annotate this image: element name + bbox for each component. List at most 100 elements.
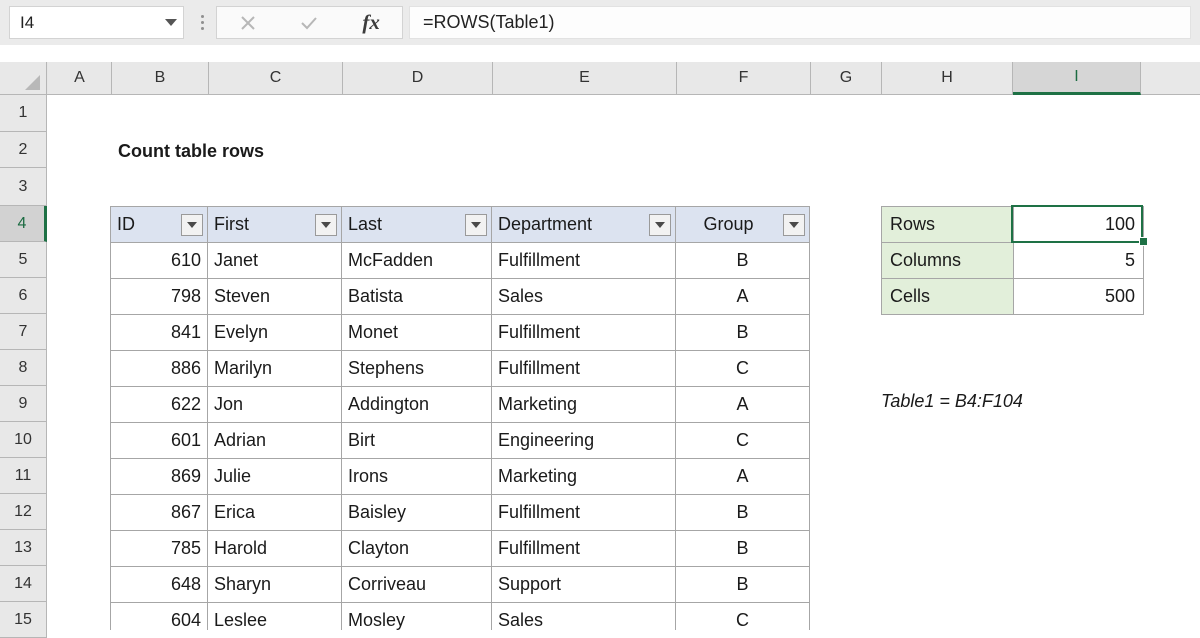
row-header-14[interactable]: 14 <box>0 566 47 602</box>
table-cell[interactable]: Sales <box>492 279 676 315</box>
table-cell[interactable]: Mosley <box>342 603 492 631</box>
table-cell[interactable]: C <box>676 351 810 387</box>
table-row[interactable]: 886MarilynStephensFulfillmentC <box>111 351 810 387</box>
table-cell[interactable]: Fulfillment <box>492 351 676 387</box>
table-row[interactable]: 622JonAddingtonMarketingA <box>111 387 810 423</box>
table-cell[interactable]: Fulfillment <box>492 495 676 531</box>
table-cell[interactable]: Corriveau <box>342 567 492 603</box>
row-header-4[interactable]: 4 <box>0 206 47 242</box>
table-cell[interactable]: Baisley <box>342 495 492 531</box>
table-cell[interactable]: McFadden <box>342 243 492 279</box>
column-header-g[interactable]: G <box>811 62 882 94</box>
table-cell[interactable]: B <box>676 315 810 351</box>
table-cell[interactable]: Marketing <box>492 387 676 423</box>
table-cell[interactable]: C <box>676 603 810 631</box>
table-cell[interactable]: B <box>676 567 810 603</box>
table-cell[interactable]: 798 <box>111 279 208 315</box>
table-cell[interactable]: 841 <box>111 315 208 351</box>
table-cell[interactable]: 867 <box>111 495 208 531</box>
data-table[interactable]: ID First Last Department Group <box>110 206 810 630</box>
column-header-i[interactable]: I <box>1013 62 1141 95</box>
table-cell[interactable]: 622 <box>111 387 208 423</box>
column-header-h[interactable]: H <box>882 62 1013 94</box>
table-row[interactable]: 841EvelynMonetFulfillmentB <box>111 315 810 351</box>
select-all-corner[interactable] <box>0 62 47 94</box>
filter-dropdown-icon[interactable] <box>783 214 805 236</box>
row-header-13[interactable]: 13 <box>0 530 47 566</box>
fill-handle[interactable] <box>1139 237 1148 246</box>
table-cell[interactable]: 610 <box>111 243 208 279</box>
row-header-6[interactable]: 6 <box>0 278 47 314</box>
table-cell[interactable]: A <box>676 279 810 315</box>
row-header-15[interactable]: 15 <box>0 602 47 638</box>
table-cell[interactable]: 869 <box>111 459 208 495</box>
table-row[interactable]: 601AdrianBirtEngineeringC <box>111 423 810 459</box>
table-cell[interactable]: B <box>676 243 810 279</box>
table-cell[interactable]: 886 <box>111 351 208 387</box>
column-header-e[interactable]: E <box>493 62 677 94</box>
row-header-10[interactable]: 10 <box>0 422 47 458</box>
row-header-9[interactable]: 9 <box>0 386 47 422</box>
table-cell[interactable]: A <box>676 387 810 423</box>
table-cell[interactable]: Fulfillment <box>492 315 676 351</box>
table-cell[interactable]: A <box>676 459 810 495</box>
table-cell[interactable]: Steven <box>208 279 342 315</box>
table-header-group[interactable]: Group <box>676 207 810 243</box>
formula-input[interactable]: =ROWS(Table1) <box>409 6 1191 39</box>
table-cell[interactable]: B <box>676 495 810 531</box>
results-label[interactable]: Columns <box>882 243 1014 279</box>
filter-dropdown-icon[interactable] <box>465 214 487 236</box>
confirm-check-icon[interactable] <box>286 7 332 38</box>
table-row[interactable]: 610JanetMcFaddenFulfillmentB <box>111 243 810 279</box>
formula-bar-drag-handle[interactable] <box>188 6 216 39</box>
table-cell[interactable]: Adrian <box>208 423 342 459</box>
results-value[interactable]: 100 <box>1014 207 1144 243</box>
table-cell[interactable]: Monet <box>342 315 492 351</box>
table-header-department[interactable]: Department <box>492 207 676 243</box>
table-cell[interactable]: Irons <box>342 459 492 495</box>
results-value[interactable]: 500 <box>1014 279 1144 315</box>
row-header-1[interactable]: 1 <box>0 95 47 132</box>
column-header-b[interactable]: B <box>112 62 209 94</box>
insert-function-icon[interactable]: fx <box>348 7 394 38</box>
filter-dropdown-icon[interactable] <box>649 214 671 236</box>
table-cell[interactable]: Fulfillment <box>492 531 676 567</box>
table-cell[interactable]: Sharyn <box>208 567 342 603</box>
table-cell[interactable]: 648 <box>111 567 208 603</box>
filter-dropdown-icon[interactable] <box>315 214 337 236</box>
table-cell[interactable]: Julie <box>208 459 342 495</box>
table-cell[interactable]: Engineering <box>492 423 676 459</box>
row-header-3[interactable]: 3 <box>0 168 47 206</box>
column-header-a[interactable]: A <box>48 62 112 94</box>
name-box[interactable]: I4 <box>9 6 184 39</box>
table-row[interactable]: 604LesleeMosleySalesC <box>111 603 810 631</box>
table-header-last[interactable]: Last <box>342 207 492 243</box>
table-row[interactable]: 648SharynCorriveauSupportB <box>111 567 810 603</box>
table-cell[interactable]: Harold <box>208 531 342 567</box>
table-cell[interactable]: Janet <box>208 243 342 279</box>
table-cell[interactable]: Support <box>492 567 676 603</box>
table-cell[interactable]: 604 <box>111 603 208 631</box>
spreadsheet-grid[interactable]: Count table rows ID First Last <box>48 95 1200 630</box>
cancel-icon[interactable] <box>225 7 271 38</box>
table-row[interactable]: 798StevenBatistaSalesA <box>111 279 810 315</box>
table-cell[interactable]: Evelyn <box>208 315 342 351</box>
results-panel[interactable]: Rows100Columns5Cells500 <box>881 206 1144 315</box>
table-header-id[interactable]: ID <box>111 207 208 243</box>
table-cell[interactable]: 785 <box>111 531 208 567</box>
row-header-7[interactable]: 7 <box>0 314 47 350</box>
table-header-first[interactable]: First <box>208 207 342 243</box>
filter-dropdown-icon[interactable] <box>181 214 203 236</box>
table-cell[interactable]: B <box>676 531 810 567</box>
table-cell[interactable]: Jon <box>208 387 342 423</box>
column-header-j[interactable] <box>1141 62 1200 94</box>
table-cell[interactable]: 601 <box>111 423 208 459</box>
row-header-2[interactable]: 2 <box>0 132 47 168</box>
results-label[interactable]: Cells <box>882 279 1014 315</box>
row-header-11[interactable]: 11 <box>0 458 47 494</box>
results-label[interactable]: Rows <box>882 207 1014 243</box>
table-cell[interactable]: Batista <box>342 279 492 315</box>
table-cell[interactable]: Marketing <box>492 459 676 495</box>
table-row[interactable]: 867EricaBaisleyFulfillmentB <box>111 495 810 531</box>
table-cell[interactable]: Addington <box>342 387 492 423</box>
